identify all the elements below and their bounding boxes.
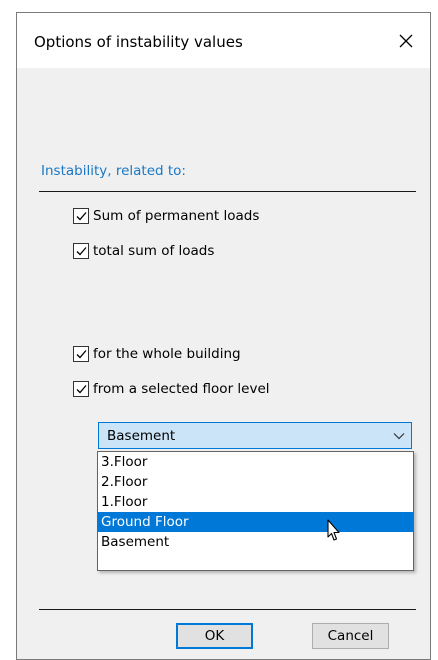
checkbox-label: total sum of loads [93,243,215,259]
checkbox-whole-building[interactable]: for the whole building [73,346,241,362]
dropdown-option-ground-floor[interactable]: Ground Floor [98,512,413,532]
ok-button[interactable]: OK [176,623,253,649]
checkbox-selected-floor-level[interactable]: from a selected floor level [73,381,270,397]
floor-level-select[interactable]: Basement [98,422,412,449]
title-bar: Options of instability values [17,13,430,68]
close-button[interactable] [392,27,420,55]
close-icon [399,34,413,48]
checkbox-label: Sum of permanent loads [93,208,260,224]
checkbox-label: for the whole building [93,346,241,362]
check-icon [76,349,86,358]
instability-options-dialog: Options of instability values Instabilit… [16,12,431,660]
footer-divider [39,609,416,610]
floor-level-dropdown-list: 3.Floor 2.Floor 1.Floor Ground Floor Bas… [97,451,414,571]
check-icon [76,211,86,220]
check-icon [76,246,86,255]
checkbox-box[interactable] [73,243,89,259]
dropdown-option-basement[interactable]: Basement [98,532,413,552]
dropdown-option-3-floor[interactable]: 3.Floor [98,452,413,472]
floor-level-select-value: Basement [107,427,176,444]
section-label-instability: Instability, related to: [41,163,186,179]
dialog-title: Options of instability values [34,33,243,51]
chevron-down-icon[interactable] [387,432,411,440]
check-icon [76,384,86,393]
checkbox-box[interactable] [73,381,89,397]
checkbox-box[interactable] [73,346,89,362]
checkbox-box[interactable] [73,208,89,224]
dropdown-option-1-floor[interactable]: 1.Floor [98,492,413,512]
checkbox-label: from a selected floor level [93,381,270,397]
mouse-pointer-icon [327,519,340,541]
dropdown-option-2-floor[interactable]: 2.Floor [98,472,413,492]
checkbox-sum-permanent-loads[interactable]: Sum of permanent loads [73,208,259,224]
section-divider [39,191,416,192]
cancel-button[interactable]: Cancel [312,623,389,649]
checkbox-total-sum-loads[interactable]: total sum of loads [73,243,214,259]
